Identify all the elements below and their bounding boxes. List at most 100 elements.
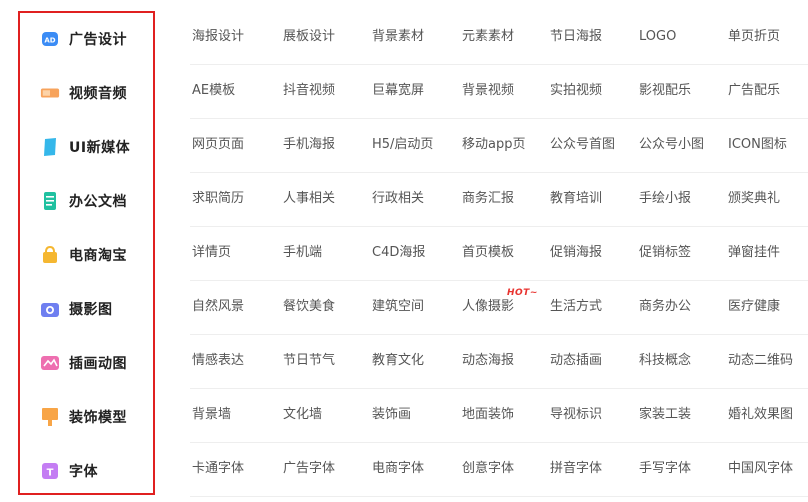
category-label: 广告设计 [69, 32, 127, 48]
category-item[interactable]: 摄影图 [24, 285, 149, 333]
category-label: 摄影图 [69, 302, 113, 318]
decoration-icon [40, 407, 60, 427]
tag-link[interactable]: 生活方式 [550, 280, 602, 334]
tag-link[interactable]: AE模板 [192, 64, 235, 118]
video-audio-icon [40, 83, 60, 103]
tag-link[interactable]: 背景素材 [372, 10, 424, 64]
category-label: 办公文档 [69, 194, 127, 210]
tag-link[interactable]: 颁奖典礼 [728, 172, 780, 226]
office-doc-icon [40, 191, 60, 211]
tag-link[interactable]: 教育文化 [372, 334, 424, 388]
tag-link[interactable]: ICON图标 [728, 118, 787, 172]
tag-link[interactable]: 抖音视频 [283, 64, 335, 118]
tag-link[interactable]: 动态海报 [462, 334, 514, 388]
tag-link[interactable]: 背景视频 [462, 64, 514, 118]
tag-link[interactable]: 科技概念 [639, 334, 691, 388]
tag-link[interactable]: 单页折页 [728, 10, 780, 64]
category-item[interactable]: 视频音频 [24, 69, 149, 117]
category-label: UI新媒体 [69, 140, 131, 156]
tag-link[interactable]: 背景墙 [192, 388, 231, 442]
category-item[interactable]: T 字体 [24, 447, 149, 495]
tag-link[interactable]: 节日海报 [550, 10, 602, 64]
tag-row: 情感表达 节日节气 教育文化 动态海报 动态插画 科技概念 动态二维码 [190, 334, 808, 389]
tag-link[interactable]: 移动app页 [462, 118, 525, 172]
tag-link[interactable]: 创意字体 [462, 442, 514, 496]
ad-design-icon: AD [40, 29, 60, 49]
tag-link[interactable]: 公众号小图 [639, 118, 704, 172]
tag-link[interactable]: 婚礼效果图 [728, 388, 793, 442]
category-item[interactable]: 插画动图 [24, 339, 149, 387]
tag-row: AE模板 抖音视频 巨幕宽屏 背景视频 实拍视频 影视配乐 广告配乐 [190, 64, 808, 119]
tag-link[interactable]: 电商字体 [372, 442, 424, 496]
category-label: 字体 [69, 464, 98, 480]
svg-text:AD: AD [44, 37, 55, 45]
category-label: 电商淘宝 [69, 248, 127, 264]
tag-link[interactable]: 广告字体 [283, 442, 335, 496]
camera-icon [40, 299, 60, 319]
tag-link[interactable]: 拼音字体 [550, 442, 602, 496]
tag-link[interactable]: 影视配乐 [639, 64, 691, 118]
tag-link[interactable]: 中国风字体 [728, 442, 793, 496]
tag-link[interactable]: 导视标识 [550, 388, 602, 442]
tag-link[interactable]: 展板设计 [283, 10, 335, 64]
tag-link[interactable]: 巨幕宽屏 [372, 64, 424, 118]
category-label: 插画动图 [69, 356, 127, 372]
tag-row: 详情页 手机端 C4D海报 首页模板 促销海报 促销标签 弹窗挂件 [190, 226, 808, 281]
tag-link[interactable]: 地面装饰 [462, 388, 514, 442]
category-item[interactable]: 电商淘宝 [24, 231, 149, 279]
tag-link[interactable]: 手机海报 [283, 118, 335, 172]
tag-link[interactable]: 详情页 [192, 226, 231, 280]
tag-link[interactable]: H5/启动页 [372, 118, 433, 172]
tag-link[interactable]: 文化墙 [283, 388, 322, 442]
tag-row: 求职简历 人事相关 行政相关 商务汇报 教育培训 手绘小报 颁奖典礼 [190, 172, 808, 227]
tag-row: 自然风景 餐饮美食 建筑空间 人像摄影 生活方式 商务办公 医疗健康 HOT~ [190, 280, 808, 335]
category-label: 装饰模型 [69, 410, 127, 426]
tag-link[interactable]: 元素素材 [462, 10, 514, 64]
ui-media-icon [40, 137, 60, 157]
tag-link[interactable]: 动态插画 [550, 334, 602, 388]
tag-link[interactable]: 教育培训 [550, 172, 602, 226]
tag-link[interactable]: 人事相关 [283, 172, 335, 226]
font-icon: T [40, 461, 60, 481]
tag-link[interactable]: 首页模板 [462, 226, 514, 280]
tag-link[interactable]: 求职简历 [192, 172, 244, 226]
tag-link[interactable]: 建筑空间 [372, 280, 424, 334]
tag-link[interactable]: 动态二维码 [728, 334, 793, 388]
tag-link[interactable]: 实拍视频 [550, 64, 602, 118]
tag-link[interactable]: 节日节气 [283, 334, 335, 388]
tag-link[interactable]: 医疗健康 [728, 280, 780, 334]
tag-link[interactable]: 商务办公 [639, 280, 691, 334]
tag-link[interactable]: 家装工装 [639, 388, 691, 442]
tag-link[interactable]: 商务汇报 [462, 172, 514, 226]
tag-link[interactable]: 广告配乐 [728, 64, 780, 118]
tag-link[interactable]: 自然风景 [192, 280, 244, 334]
category-item[interactable]: UI新媒体 [24, 123, 149, 171]
tag-link[interactable]: 情感表达 [192, 334, 244, 388]
tag-link[interactable]: LOGO [639, 10, 676, 64]
tag-link[interactable]: 弹窗挂件 [728, 226, 780, 280]
tag-link[interactable]: 手写字体 [639, 442, 691, 496]
tag-link[interactable]: 网页页面 [192, 118, 244, 172]
hot-badge: HOT~ [507, 288, 538, 298]
category-sidebar: AD 广告设计视频音频 UI新媒体办公文档电商淘宝摄影图插画动图装饰模型 T 字体 [18, 11, 155, 495]
tag-link[interactable]: 海报设计 [192, 10, 244, 64]
svg-text:T: T [47, 468, 54, 479]
tag-row: 背景墙 文化墙 装饰画 地面装饰 导视标识 家装工装 婚礼效果图 [190, 388, 808, 443]
category-label: 视频音频 [69, 86, 127, 102]
category-item[interactable]: AD 广告设计 [24, 15, 149, 63]
tag-link[interactable]: 餐饮美食 [283, 280, 335, 334]
tag-row: 海报设计 展板设计 背景素材 元素素材 节日海报 LOGO 单页折页 [190, 10, 808, 65]
tag-link[interactable]: 手绘小报 [639, 172, 691, 226]
tag-link[interactable]: 手机端 [283, 226, 322, 280]
category-item[interactable]: 装饰模型 [24, 393, 149, 441]
tag-link[interactable]: 行政相关 [372, 172, 424, 226]
category-item[interactable]: 办公文档 [24, 177, 149, 225]
tag-row: 卡通字体 广告字体 电商字体 创意字体 拼音字体 手写字体 中国风字体 [190, 442, 808, 497]
tag-row: 网页页面 手机海报 H5/启动页 移动app页 公众号首图 公众号小图 ICON图标 [190, 118, 808, 173]
tag-link[interactable]: 装饰画 [372, 388, 411, 442]
tag-link[interactable]: 促销海报 [550, 226, 602, 280]
tag-link[interactable]: 卡通字体 [192, 442, 244, 496]
tag-link[interactable]: C4D海报 [372, 226, 425, 280]
tag-link[interactable]: 公众号首图 [550, 118, 615, 172]
tag-link[interactable]: 促销标签 [639, 226, 691, 280]
